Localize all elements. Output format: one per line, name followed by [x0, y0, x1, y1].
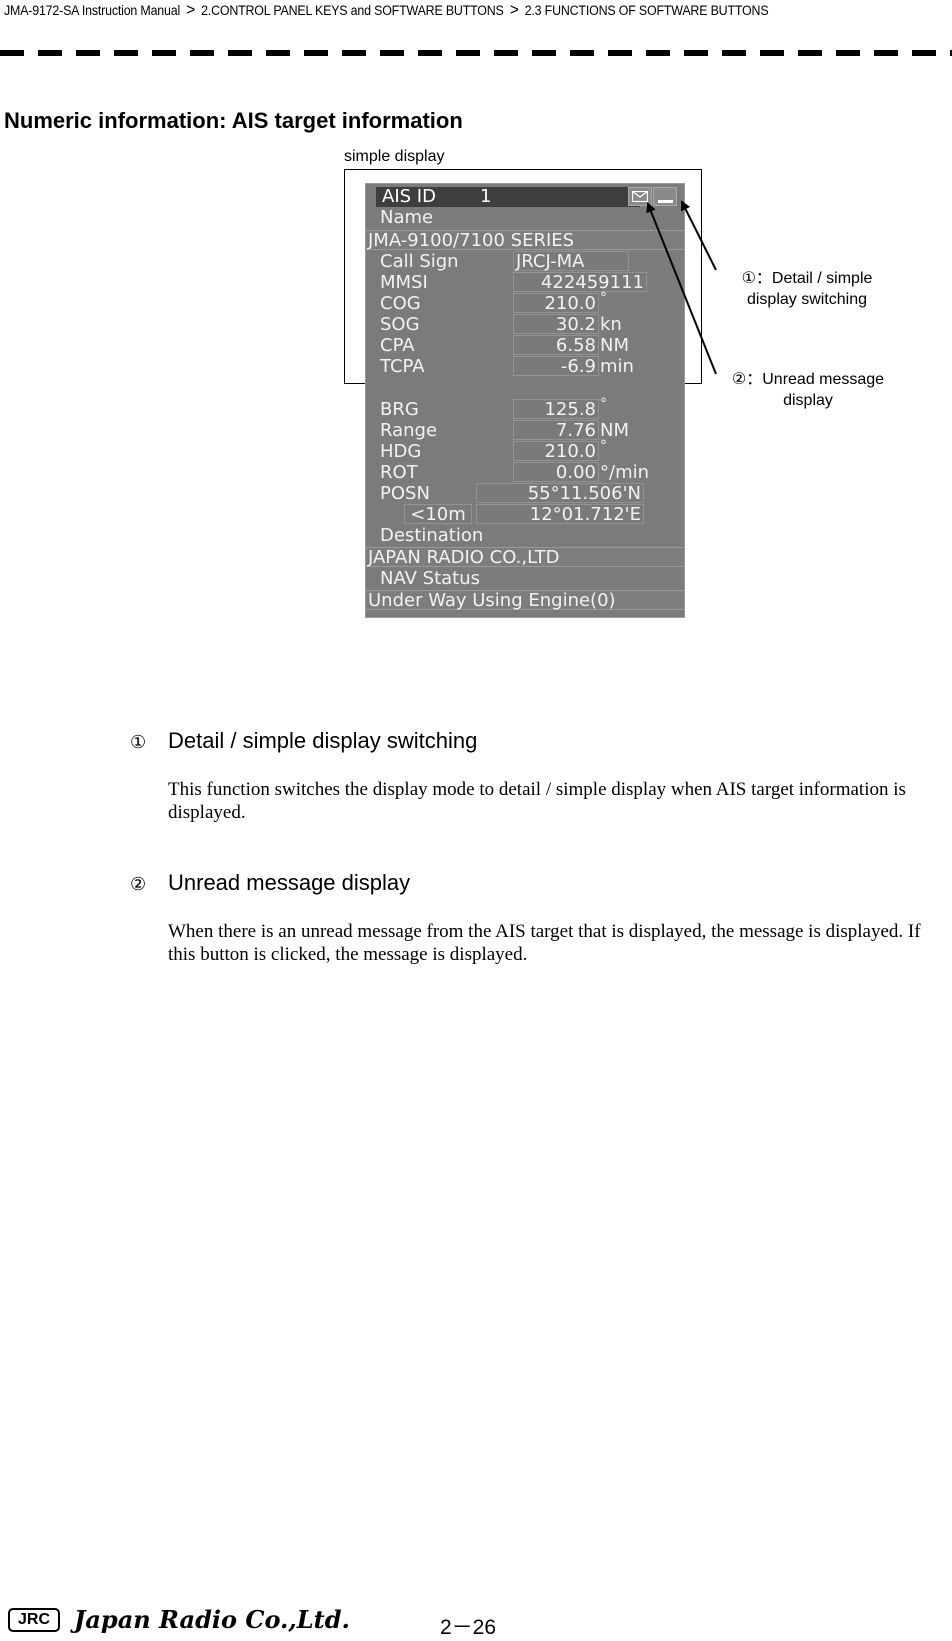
range-value: 7.76: [513, 420, 599, 440]
rot-value: 0.00: [513, 462, 599, 482]
callout-detail-simple: ①：Detail / simple display switching: [712, 268, 902, 310]
ais-id-label: AIS ID: [382, 186, 436, 207]
posn-label: POSN: [380, 483, 430, 504]
sog-value: 30.2: [513, 314, 599, 334]
sog-unit: kn: [600, 314, 622, 335]
hdg-unit: °: [600, 438, 607, 454]
brg-value: 125.8: [513, 399, 599, 419]
posn-latitude: 55°11.506'N: [476, 483, 644, 503]
item-1-heading: ① Detail / simple display switching: [130, 728, 477, 754]
callout-unread-message-line2: display: [783, 392, 833, 409]
minimize-icon: [658, 200, 673, 203]
nav-status-value: Under Way Using Engine(0): [366, 590, 684, 610]
destination-value: JAPAN RADIO CO.,LTD: [366, 547, 684, 567]
ais-header: AIS ID 1: [376, 187, 640, 207]
nav-status-label: NAV Status: [380, 568, 481, 589]
cog-label: COG: [380, 293, 421, 314]
section-title: Numeric information: AIS target informat…: [4, 108, 463, 133]
item-1-title: Detail / simple display switching: [168, 728, 478, 753]
name-label: Name: [380, 207, 434, 228]
envelope-icon: [632, 191, 648, 202]
item-2-body: When there is an unread message from the…: [168, 921, 921, 965]
cpa-label: CPA: [380, 335, 415, 356]
mmsi-value: 422459111: [513, 272, 647, 292]
callout-detail-simple-line1: ①：Detail / simple: [741, 270, 873, 287]
tcpa-unit: min: [600, 356, 634, 377]
item-1-body: This function switches the display mode …: [168, 779, 906, 823]
sog-label: SOG: [380, 314, 420, 335]
brg-label: BRG: [380, 399, 419, 420]
breadcrumb-item-chapter[interactable]: 2.CONTROL PANEL KEYS and SOFTWARE BUTTON…: [201, 3, 504, 18]
tcpa-label: TCPA: [380, 356, 425, 377]
rot-label: ROT: [380, 462, 418, 483]
detail-simple-toggle-button[interactable]: [653, 187, 677, 206]
callout-unread-message-line1: ②：Unread message: [731, 371, 885, 388]
item-2-number: ②: [130, 874, 147, 894]
cpa-unit: NM: [600, 335, 629, 356]
cog-value: 210.0: [513, 293, 599, 313]
posn-longitude: 12°01.712'E: [476, 504, 644, 524]
company-name: Japan Radio Co.,Ltd.: [74, 1605, 350, 1634]
ais-id-value: 1: [480, 186, 492, 207]
jrc-logo: JRC: [8, 1608, 60, 1632]
callout-unread-message: ②：Unread message display: [708, 369, 908, 411]
breadcrumb-separator: >: [509, 0, 519, 19]
mmsi-label: MMSI: [380, 272, 428, 293]
cpa-value: 6.58: [513, 335, 599, 355]
hdg-label: HDG: [380, 441, 422, 462]
name-value: JMA-9100/7100 SERIES: [366, 230, 684, 250]
destination-label: Destination: [380, 525, 484, 546]
range-label: Range: [380, 420, 438, 441]
rot-unit: °/min: [600, 462, 650, 483]
figure-caption: simple display: [344, 148, 445, 165]
ais-target-panel: AIS ID 1 Name JMA-9100/7100 SERIES Call …: [365, 183, 685, 618]
unread-message-button[interactable]: [628, 187, 652, 206]
breadcrumb-item-section[interactable]: 2.3 FUNCTIONS OF SOFTWARE BUTTONS: [525, 3, 769, 18]
item-1-number: ①: [130, 732, 147, 752]
call-sign-label: Call Sign: [380, 251, 459, 272]
brg-unit: °: [600, 396, 607, 412]
page-number: 2－26: [440, 1616, 497, 1639]
hdg-value: 210.0: [513, 441, 599, 461]
breadcrumb: JMA-9172-SA Instruction Manual > 2.CONTR…: [4, 0, 832, 21]
header-divider: [0, 50, 952, 56]
call-sign-value: JRCJ-MA: [513, 251, 629, 271]
callout-detail-simple-line2: display switching: [746, 291, 868, 308]
breadcrumb-separator: >: [186, 0, 196, 19]
item-2-title: Unread message display: [168, 870, 411, 895]
tcpa-value: -6.9: [513, 356, 599, 376]
posn-accuracy: <10m: [404, 504, 472, 524]
breadcrumb-item-manual[interactable]: JMA-9172-SA Instruction Manual: [4, 3, 180, 18]
cog-unit: °: [600, 290, 607, 306]
item-2-heading: ② Unread message display: [130, 870, 410, 896]
